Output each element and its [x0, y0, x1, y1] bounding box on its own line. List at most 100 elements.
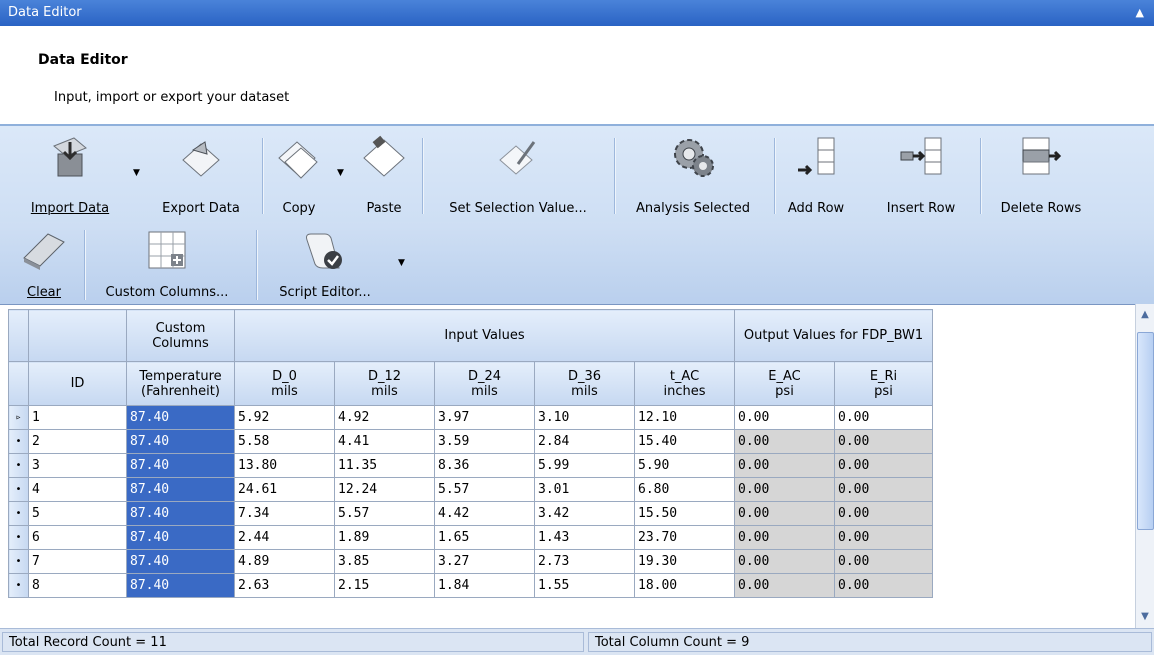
table-cell[interactable]: 1 [28, 405, 127, 430]
table-cell[interactable]: 4.92 [334, 405, 435, 430]
table-cell[interactable]: 13.80 [234, 453, 335, 478]
current-row-indicator-icon[interactable]: ▹ [8, 405, 29, 430]
table-cell[interactable]: 87.40 [126, 405, 235, 430]
insert-row-button[interactable]: Insert Row [874, 130, 968, 216]
column-header[interactable]: D_0 mils [234, 361, 335, 406]
column-header[interactable]: Temperature (Fahrenheit) [126, 361, 235, 406]
table-cell[interactable]: 8.36 [434, 453, 535, 478]
table-cell[interactable]: 2.44 [234, 525, 335, 550]
copy-button[interactable]: Copy [268, 130, 330, 216]
table-cell[interactable]: 87.40 [126, 501, 235, 526]
table-cell[interactable]: 24.61 [234, 477, 335, 502]
column-header[interactable]: D_36 mils [534, 361, 635, 406]
custom-columns-button[interactable]: Custom Columns... [92, 224, 242, 300]
table-cell[interactable]: 3 [28, 453, 127, 478]
paste-button[interactable]: Paste [356, 130, 412, 216]
table-cell[interactable]: 0.00 [734, 549, 835, 574]
table-row[interactable]: • 6 87.40 2.44 1.89 1.65 1.43 23.70 0.00 0.00 [8, 525, 933, 550]
table-row[interactable]: • 4 87.40 24.61 12.24 5.57 3.01 6.80 0.00 0.00 [8, 477, 933, 502]
vertical-scrollbar[interactable]: ▲ ▼ [1135, 304, 1154, 628]
import-dropdown-icon[interactable]: ▼ [133, 168, 140, 178]
column-header[interactable]: D_24 mils [434, 361, 535, 406]
table-cell[interactable]: 3.27 [434, 549, 535, 574]
table-row[interactable]: • 2 87.40 5.58 4.41 3.59 2.84 15.40 0.00 0.00 [8, 429, 933, 454]
table-cell[interactable]: 0.00 [734, 453, 835, 478]
table-cell[interactable]: 87.40 [126, 477, 235, 502]
table-cell[interactable]: 5 [28, 501, 127, 526]
table-cell[interactable]: 0.00 [834, 477, 933, 502]
table-cell[interactable]: 0.00 [734, 477, 835, 502]
row-marker-icon[interactable]: • [8, 453, 29, 478]
table-cell[interactable]: 5.99 [534, 453, 635, 478]
table-cell[interactable]: 7 [28, 549, 127, 574]
table-cell[interactable]: 0.00 [734, 525, 835, 550]
table-cell[interactable]: 0.00 [734, 405, 835, 430]
table-cell[interactable]: 0.00 [834, 525, 933, 550]
table-cell[interactable]: 3.97 [434, 405, 535, 430]
table-cell[interactable]: 1.89 [334, 525, 435, 550]
table-cell[interactable]: 1.55 [534, 573, 635, 598]
column-header[interactable]: D_12 mils [334, 361, 435, 406]
table-row[interactable]: • 5 87.40 7.34 5.57 4.42 3.42 15.50 0.00 0.00 [8, 501, 933, 526]
table-cell[interactable]: 11.35 [334, 453, 435, 478]
delete-rows-button[interactable]: Delete Rows [988, 130, 1094, 216]
table-row[interactable]: • 7 87.40 4.89 3.85 3.27 2.73 19.30 0.00 0.00 [8, 549, 933, 574]
table-cell[interactable]: 18.00 [634, 573, 735, 598]
table-cell[interactable]: 2.84 [534, 429, 635, 454]
collapse-icon[interactable]: ▲ [1136, 0, 1144, 26]
table-cell[interactable]: 5.92 [234, 405, 335, 430]
table-cell[interactable]: 5.58 [234, 429, 335, 454]
table-cell[interactable]: 12.24 [334, 477, 435, 502]
table-cell[interactable]: 4 [28, 477, 127, 502]
add-row-button[interactable]: Add Row [780, 130, 852, 216]
table-cell[interactable]: 0.00 [834, 573, 933, 598]
row-marker-icon[interactable]: • [8, 501, 29, 526]
table-cell[interactable]: 0.00 [734, 501, 835, 526]
row-marker-icon[interactable]: • [8, 477, 29, 502]
table-cell[interactable]: 87.40 [126, 573, 235, 598]
row-marker-icon[interactable]: • [8, 525, 29, 550]
table-cell[interactable]: 0.00 [734, 429, 835, 454]
scroll-thumb[interactable] [1137, 332, 1154, 530]
clear-button[interactable]: Clear [14, 224, 74, 300]
table-cell[interactable]: 3.42 [534, 501, 635, 526]
table-cell[interactable]: 87.40 [126, 429, 235, 454]
table-cell[interactable]: 15.40 [634, 429, 735, 454]
table-cell[interactable]: 5.57 [434, 477, 535, 502]
table-cell[interactable]: 4.89 [234, 549, 335, 574]
table-cell[interactable]: 3.01 [534, 477, 635, 502]
copy-dropdown-icon[interactable]: ▼ [337, 168, 344, 178]
row-marker-icon[interactable]: • [8, 549, 29, 574]
table-cell[interactable]: 87.40 [126, 453, 235, 478]
table-cell[interactable]: 2 [28, 429, 127, 454]
table-cell[interactable]: 4.41 [334, 429, 435, 454]
script-editor-button[interactable]: Script Editor... [264, 224, 386, 300]
row-marker-icon[interactable]: • [8, 429, 29, 454]
table-cell[interactable]: 6.80 [634, 477, 735, 502]
table-cell[interactable]: 2.63 [234, 573, 335, 598]
table-cell[interactable]: 1.65 [434, 525, 535, 550]
table-row[interactable]: • 8 87.40 2.63 2.15 1.84 1.55 18.00 0.00 0.00 [8, 573, 933, 598]
table-cell[interactable]: 0.00 [834, 549, 933, 574]
table-cell[interactable]: 87.40 [126, 525, 235, 550]
scroll-down-icon[interactable]: ▼ [1136, 608, 1154, 626]
export-data-button[interactable]: Export Data [150, 130, 252, 216]
table-cell[interactable]: 3.10 [534, 405, 635, 430]
table-row[interactable]: • 3 87.40 13.80 11.35 8.36 5.99 5.90 0.00 0.00 [8, 453, 933, 478]
column-header[interactable]: t_AC inches [634, 361, 735, 406]
table-cell[interactable]: 0.00 [834, 453, 933, 478]
table-cell[interactable]: 0.00 [834, 405, 933, 430]
table-cell[interactable]: 6 [28, 525, 127, 550]
set-selection-value-button[interactable]: Set Selection Value... [432, 130, 604, 216]
table-cell[interactable]: 5.57 [334, 501, 435, 526]
table-cell[interactable]: 1.43 [534, 525, 635, 550]
table-cell[interactable]: 3.85 [334, 549, 435, 574]
table-cell[interactable]: 5.90 [634, 453, 735, 478]
table-cell[interactable]: 0.00 [834, 429, 933, 454]
analysis-selected-button[interactable]: Analysis Selected [622, 130, 764, 216]
table-cell[interactable]: 1.84 [434, 573, 535, 598]
script-dropdown-icon[interactable]: ▼ [398, 258, 405, 268]
table-cell[interactable]: 2.73 [534, 549, 635, 574]
table-cell[interactable]: 7.34 [234, 501, 335, 526]
column-header[interactable]: E_Ri psi [834, 361, 933, 406]
